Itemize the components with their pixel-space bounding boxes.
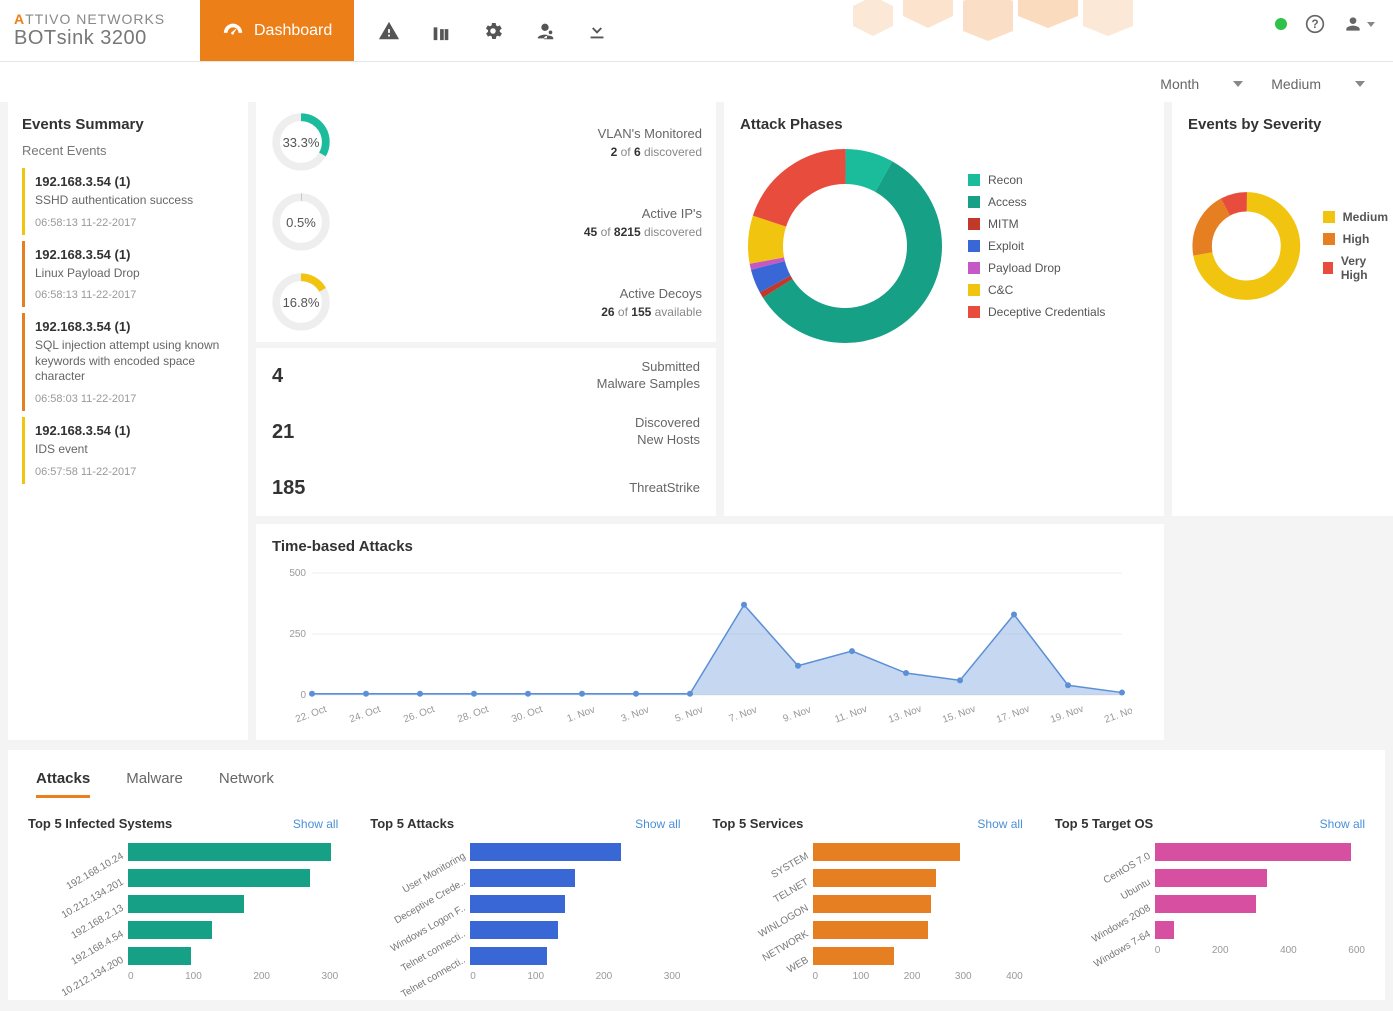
tab-network[interactable]: Network [219, 762, 274, 798]
user-admin-icon[interactable] [534, 20, 556, 42]
legend-item[interactable]: C&C [968, 283, 1105, 297]
svg-text:24. Oct: 24. Oct [348, 704, 382, 723]
svg-text:7. Nov: 7. Nov [728, 705, 759, 723]
svg-text:11. Nov: 11. Nov [833, 704, 868, 723]
show-all-link[interactable]: Show all [293, 817, 338, 831]
tab-malware[interactable]: Malware [126, 762, 183, 798]
hex-decoration [833, 0, 1133, 62]
event-item[interactable]: 192.168.3.54 (1)SQL injection attempt us… [22, 313, 234, 411]
counter: 4SubmittedMalware Samples [256, 348, 716, 404]
tab-attacks[interactable]: Attacks [36, 762, 90, 798]
svg-text:1. Nov: 1. Nov [566, 705, 597, 723]
stat-column: 33.3% VLAN's Monitored2 of 6 discovered … [256, 102, 716, 516]
legend-item[interactable]: High [1323, 232, 1388, 246]
card-severity: Events by Severity Medium High Very High [1172, 102, 1393, 516]
top5-title: Top 5 Services [713, 816, 804, 831]
legend-item[interactable]: Payload Drop [968, 261, 1105, 275]
severity-chart [1188, 141, 1305, 351]
topbar: ATTIVO NETWORKS BOTsink 3200 Dashboard ? [0, 0, 1393, 62]
top5-row: Top 5 Infected Systems Show all 192.168.1… [8, 798, 1385, 1000]
top5-panel: Top 5 Target OSShow all CentOS 7.0Ubuntu… [1043, 806, 1377, 992]
show-all-link[interactable]: Show all [1320, 817, 1365, 831]
svg-text:0: 0 [300, 690, 306, 701]
nav-icons [354, 20, 632, 42]
top5-panel: Top 5 ServicesShow all SYSTEMTELNETWINLO… [701, 806, 1035, 992]
svg-text:30. Oct: 30. Oct [510, 704, 544, 723]
svg-text:3. Nov: 3. Nov [620, 705, 651, 723]
counter: 185ThreatStrike [256, 460, 716, 516]
svg-text:22. Oct: 22. Oct [294, 704, 328, 723]
settings-icon[interactable] [482, 20, 504, 42]
legend-item[interactable]: Access [968, 195, 1105, 209]
svg-text:26. Oct: 26. Oct [402, 704, 436, 723]
stat-Active Decoys: 16.8% Active Decoys26 of 155 available [256, 262, 716, 342]
analysis-icon[interactable] [430, 20, 452, 42]
status-indicator [1275, 18, 1287, 30]
severity-legend: Medium High Very High [1323, 210, 1388, 282]
legend-item[interactable]: Exploit [968, 239, 1105, 253]
svg-text:13. Nov: 13. Nov [887, 704, 923, 723]
counter: 21DiscoveredNew Hosts [256, 404, 716, 460]
top-right-controls: ? [1275, 14, 1375, 34]
svg-text:15. Nov: 15. Nov [941, 704, 977, 723]
svg-text:9. Nov: 9. Nov [782, 705, 813, 723]
attack-phases-legend: Recon Access MITM Exploit Payload Drop C&C Dec… [968, 173, 1105, 319]
legend-item[interactable]: Recon [968, 173, 1105, 187]
legend-item[interactable]: MITM [968, 217, 1105, 231]
svg-text:500: 500 [289, 568, 306, 579]
card-attack-phases: Attack Phases Recon Access MITM Exploit Payl… [724, 102, 1164, 516]
top5-panel: Top 5 Infected Systems Show all 192.168.1… [16, 806, 350, 992]
period-select[interactable]: Month [1160, 76, 1243, 92]
event-item[interactable]: 192.168.3.54 (1)SSHD authentication succ… [22, 168, 234, 235]
severity-select[interactable]: Medium [1271, 76, 1365, 92]
show-all-link[interactable]: Show all [977, 817, 1022, 831]
attack-phases-chart [740, 141, 950, 351]
svg-text:21. Nov: 21. Nov [1103, 704, 1132, 723]
event-item[interactable]: 192.168.3.54 (1)Linux Payload Drop06:58:… [22, 241, 234, 308]
stat-Active IP's: 0.5% Active IP's45 of 8215 discovered [256, 182, 716, 262]
timeline-chart: 0 250 500 22. Oct 24. Oct 26. Oct 28. Oct 30. O… [272, 563, 1132, 723]
top5-title: Top 5 Infected Systems [28, 816, 172, 831]
tabs: Attacks Malware Network [8, 750, 1385, 798]
card-title: Attack Phases [740, 116, 1148, 133]
events-subtitle: Recent Events [22, 143, 234, 158]
svg-text:19. Nov: 19. Nov [1049, 704, 1085, 723]
top5-title: Top 5 Target OS [1055, 816, 1153, 831]
user-menu[interactable] [1343, 14, 1375, 34]
bar-row: CentOS 7.0 [1055, 841, 1365, 863]
gauge-icon [222, 20, 244, 42]
help-icon[interactable]: ? [1305, 14, 1325, 34]
card-timeline: Time-based Attacks 0 250 500 22. Oct 24. Oct… [256, 524, 1164, 740]
bar-row: SYSTEM [713, 841, 1023, 863]
svg-text:5. Nov: 5. Nov [674, 705, 705, 723]
bar-row: 192.168.10.24 [28, 841, 338, 863]
events-summary: Events Summary Recent Events 192.168.3.5… [8, 102, 248, 740]
top5-panel: Top 5 AttacksShow all User MonitoringDec… [358, 806, 692, 992]
download-icon[interactable] [586, 20, 608, 42]
brand: ATTIVO NETWORKS BOTsink 3200 [0, 3, 200, 58]
nav-dashboard[interactable]: Dashboard [200, 0, 354, 62]
card-title: Time-based Attacks [272, 538, 1148, 555]
svg-text:?: ? [1311, 18, 1318, 31]
card-title: Events by Severity [1188, 116, 1388, 133]
legend-item[interactable]: Medium [1323, 210, 1388, 224]
svg-text:28. Oct: 28. Oct [456, 704, 490, 723]
stat-VLAN's Monitored: 33.3% VLAN's Monitored2 of 6 discovered [256, 102, 716, 182]
show-all-link[interactable]: Show all [635, 817, 680, 831]
alert-icon[interactable] [378, 20, 400, 42]
legend-item[interactable]: Very High [1323, 254, 1388, 282]
event-item[interactable]: 192.168.3.54 (1)IDS event06:57:58 11-22-… [22, 417, 234, 484]
svg-text:17. Nov: 17. Nov [995, 704, 1031, 723]
svg-text:250: 250 [289, 629, 306, 640]
legend-item[interactable]: Deceptive Credentials [968, 305, 1105, 319]
filter-row: Month Medium [0, 62, 1393, 102]
top5-title: Top 5 Attacks [370, 816, 454, 831]
nav-dashboard-label: Dashboard [254, 22, 332, 40]
bar-row: User Monitoring [370, 841, 680, 863]
events-title: Events Summary [22, 116, 234, 133]
